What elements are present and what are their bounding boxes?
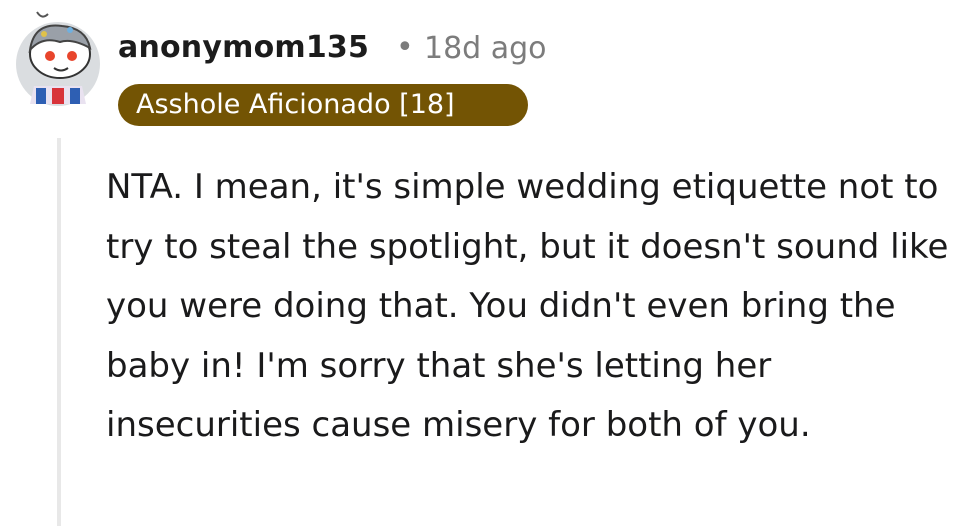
user-flair-badge: Asshole Aficionado [18] (118, 84, 528, 126)
thread-line[interactable] (57, 138, 61, 526)
meta-separator: • (396, 30, 414, 65)
comment-body: NTA. I mean, it's simple wedding etiquet… (106, 158, 951, 456)
comment-text: NTA. I mean, it's simple wedding etiquet… (106, 167, 949, 445)
avatar[interactable] (12, 8, 104, 108)
username-link[interactable]: anonymom135 (118, 30, 369, 65)
timestamp[interactable]: 18d ago (424, 31, 547, 66)
snoo-avatar-icon (16, 11, 100, 106)
